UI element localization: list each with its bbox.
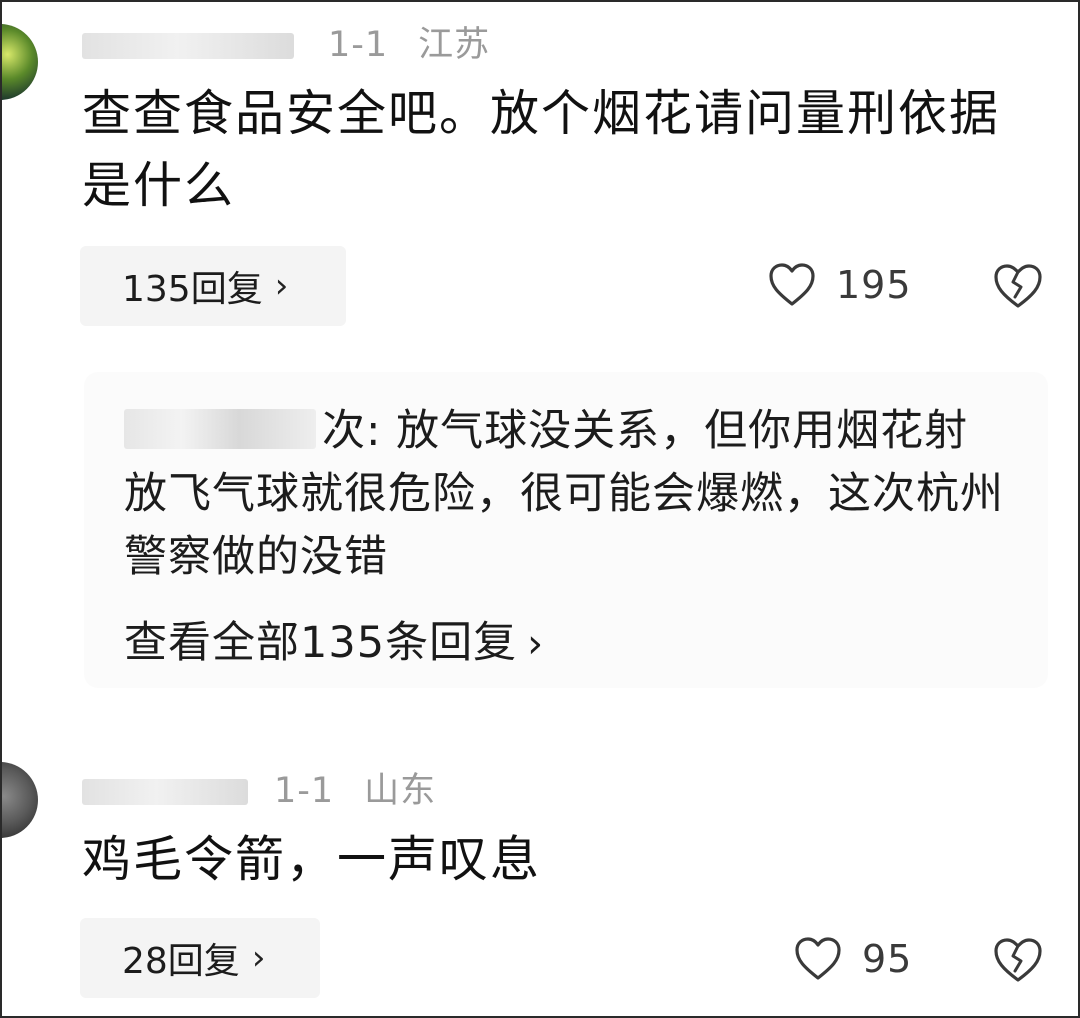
comment-list: 1-1 江苏 查查食品安全吧。放个烟花请问量刑依据是什么 135回复 › 195 次… xyxy=(0,0,1080,1018)
heart-outline-icon[interactable] xyxy=(768,262,816,308)
chevron-right-icon: › xyxy=(274,266,289,306)
view-all-replies-link[interactable]: 查看全部135条回复 › xyxy=(124,608,544,670)
comment-meta: 1-1 山东 xyxy=(82,762,436,813)
reply-preview[interactable]: 次: 放气球没关系，但你用烟花射放飞气球就很危险，很可能会爆燃，这次杭州警察做的… xyxy=(84,372,1048,688)
comment-location: 山东 xyxy=(364,771,437,811)
reply-username-suffix: 次: xyxy=(322,406,382,456)
like-action[interactable]: 195 xyxy=(768,262,912,308)
heart-outline-icon[interactable] xyxy=(794,936,842,982)
broken-heart-icon[interactable] xyxy=(992,262,1044,310)
replies-button[interactable]: 135回复 › xyxy=(80,246,346,326)
view-all-replies-label: 查看全部135条回复 xyxy=(124,618,518,668)
avatar[interactable] xyxy=(2,762,38,838)
comment-location: 江苏 xyxy=(418,25,491,65)
replies-button-label: 28回复 xyxy=(122,941,240,982)
comment-text: 查查食品安全吧。放个烟花请问量刑依据是什么 xyxy=(82,85,1001,214)
avatar[interactable] xyxy=(2,24,38,100)
comment-date: 1-1 xyxy=(328,25,389,65)
username-redacted[interactable] xyxy=(82,33,294,59)
chevron-right-icon: › xyxy=(251,938,266,978)
chevron-right-icon: › xyxy=(527,621,545,667)
comment-meta: 1-1 江苏 xyxy=(82,16,490,67)
username-redacted[interactable] xyxy=(82,779,248,805)
broken-heart-icon[interactable] xyxy=(992,936,1044,984)
like-count: 195 xyxy=(836,263,912,307)
like-action[interactable]: 95 xyxy=(794,936,912,982)
replies-button-label: 135回复 xyxy=(122,269,263,310)
reply-preview-text: 次: 放气球没关系，但你用烟花射放飞气球就很危险，很可能会爆燃，这次杭州警察做的… xyxy=(124,400,1004,589)
comment-text: 鸡毛令箭，一声叹息 xyxy=(82,831,542,888)
replies-button[interactable]: 28回复 › xyxy=(80,918,320,998)
like-count: 95 xyxy=(862,937,913,981)
comment-date: 1-1 xyxy=(274,771,335,811)
reply-username-redacted[interactable] xyxy=(124,409,316,449)
